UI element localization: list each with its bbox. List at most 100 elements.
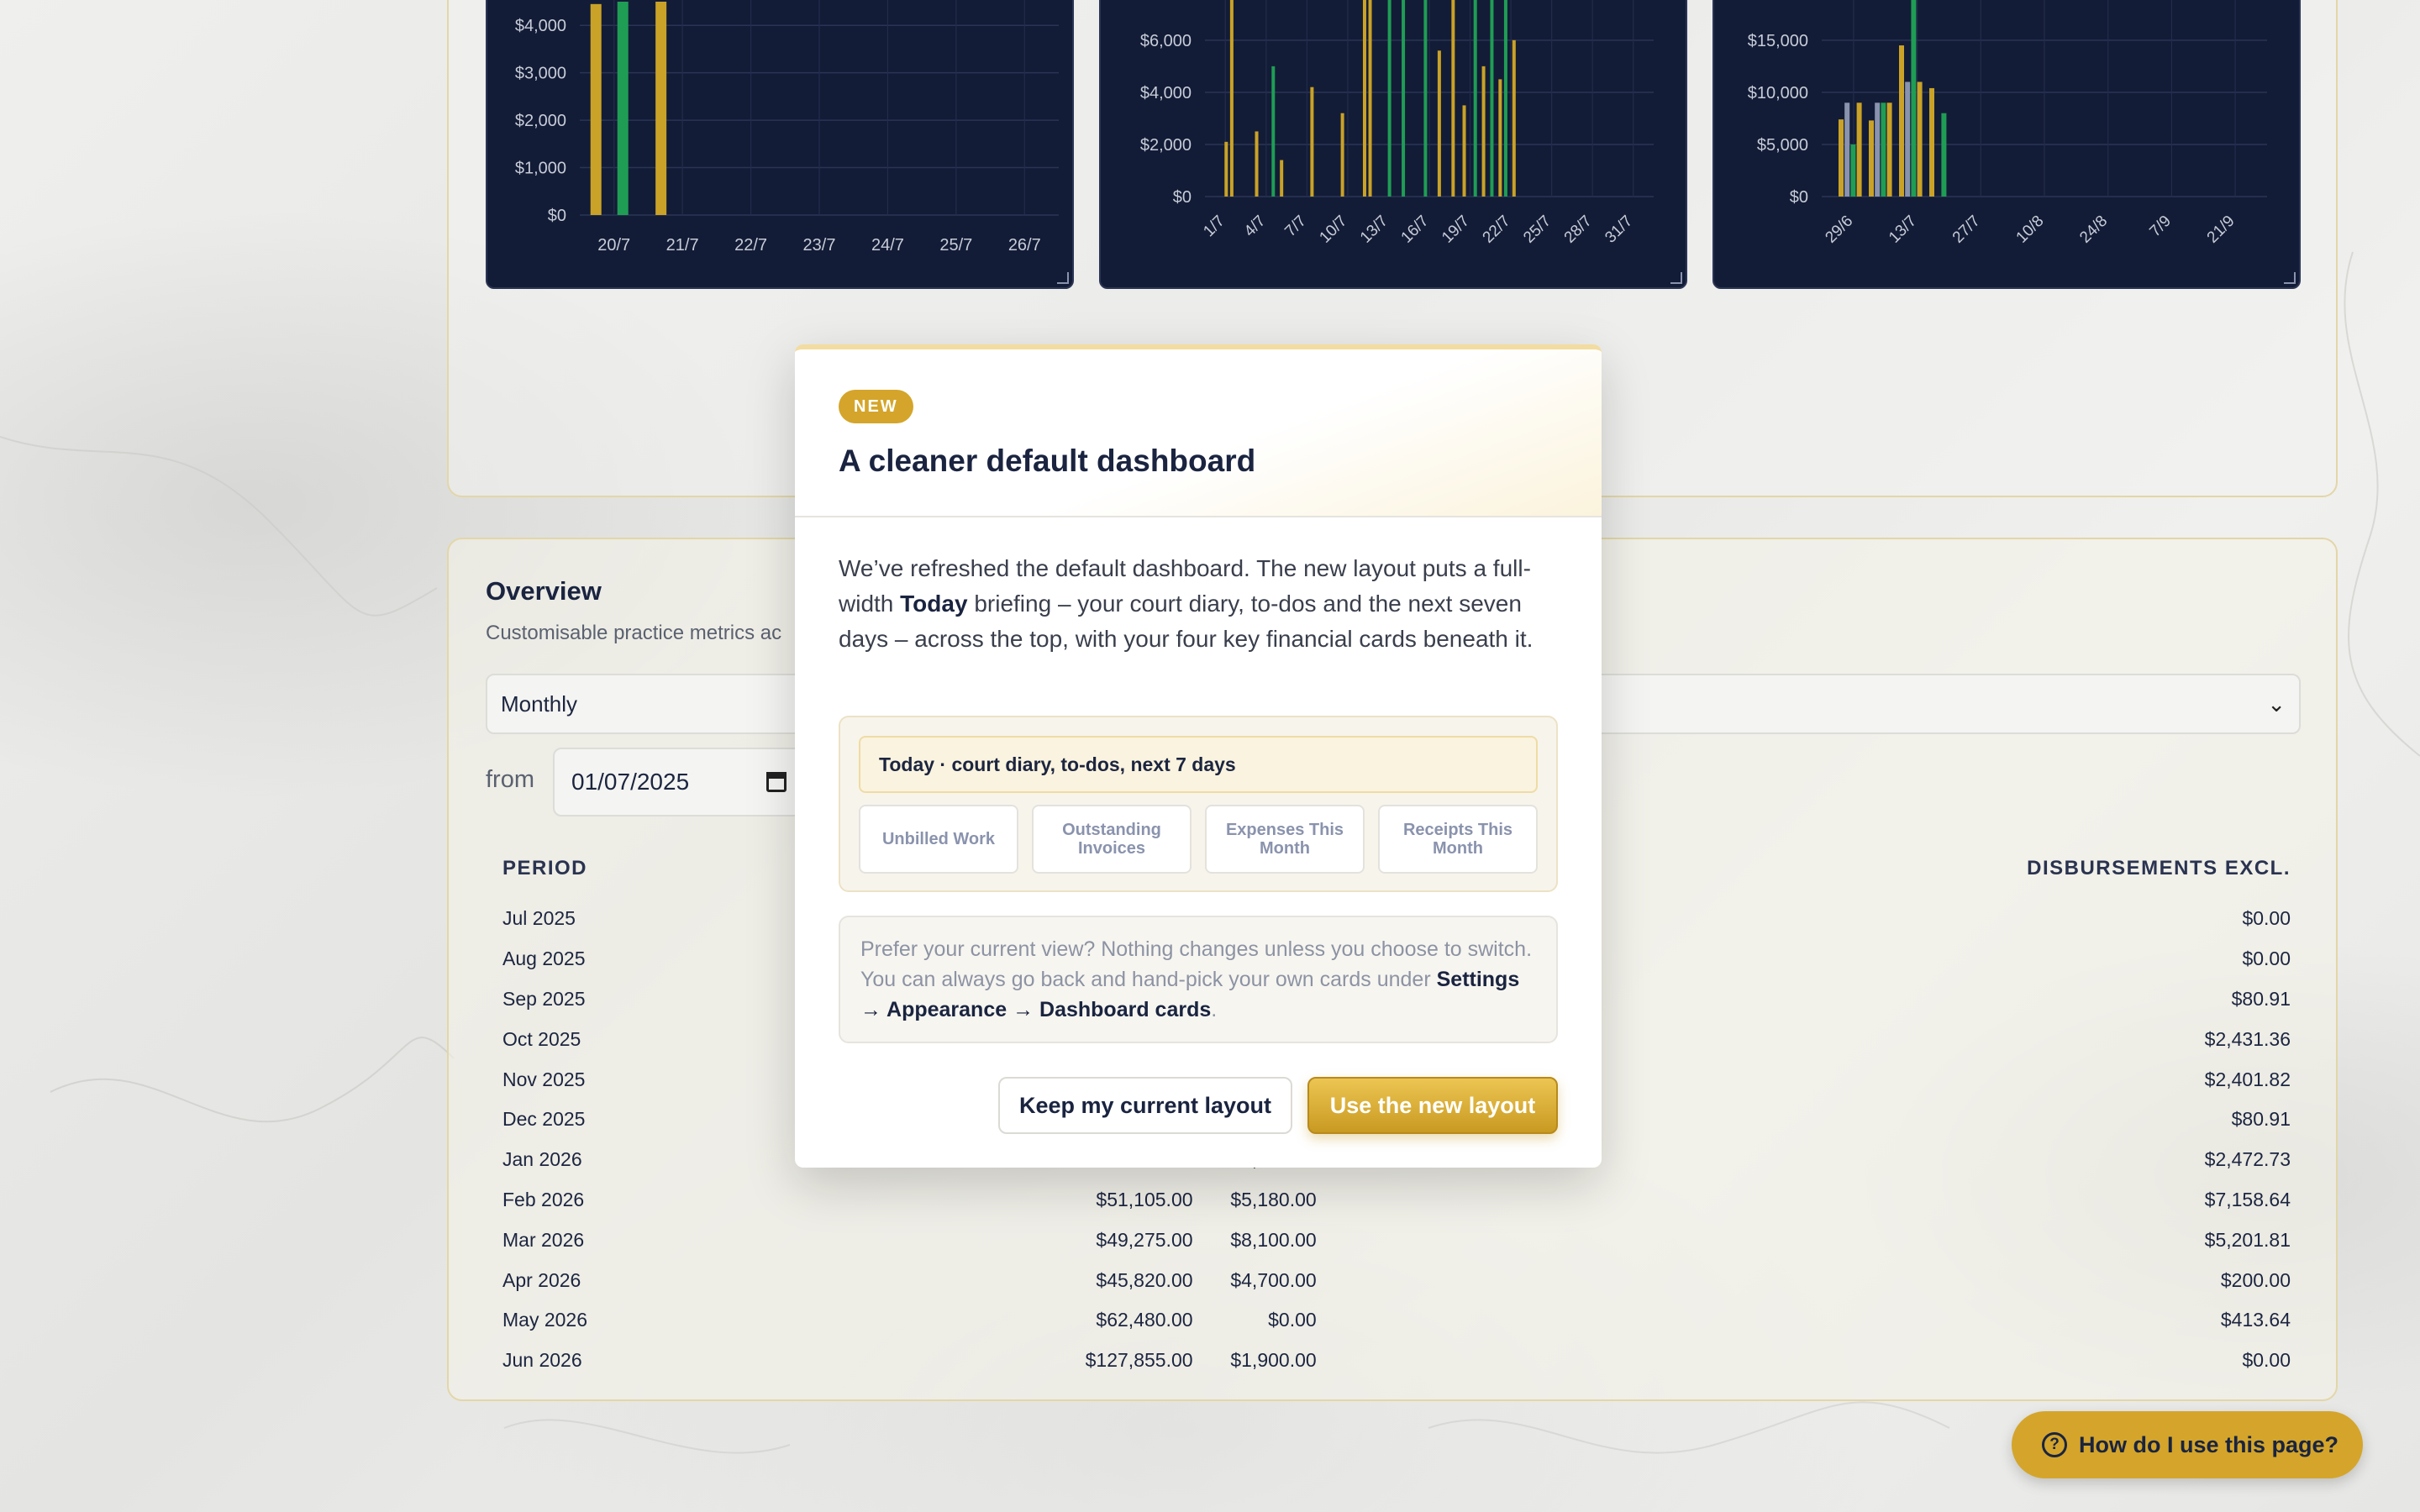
bar xyxy=(1451,0,1455,197)
value-cell: $5,201.81 xyxy=(2204,1228,2291,1251)
from-date-input[interactable]: 01/07/2025 xyxy=(553,748,805,816)
from-date-value: 01/07/2025 xyxy=(571,769,690,795)
overview-title: Overview xyxy=(486,576,602,606)
preview-card-unbilled-work: Unbilled Work xyxy=(859,805,1018,874)
help-button-label: How do I use this page? xyxy=(2079,1431,2339,1457)
period-cell: Sep 2025 xyxy=(502,987,586,1010)
x-tick-label: 22/7 xyxy=(1480,213,1514,247)
x-tick-label: 25/7 xyxy=(1520,213,1555,247)
bar xyxy=(617,2,629,215)
bar xyxy=(1869,120,1874,197)
value-cell: $0.00 xyxy=(2242,907,2291,930)
column-header[interactable]: PERIOD xyxy=(489,845,844,899)
bar xyxy=(1362,0,1366,197)
bar xyxy=(1905,81,1911,197)
x-tick-label: 16/7 xyxy=(1398,213,1433,247)
help-button[interactable]: ? How do I use this page? xyxy=(2012,1411,2363,1478)
bar xyxy=(1875,102,1881,197)
value-cell: $0.00 xyxy=(1268,1309,1317,1331)
y-tick-label: $4,000 xyxy=(515,17,566,35)
period-cell: May 2026 xyxy=(502,1309,588,1331)
bar xyxy=(1473,0,1477,197)
table-row: May 2026 $62,480.00 $0.00 $413.64 xyxy=(489,1300,2304,1341)
x-tick-label: 7/7 xyxy=(1281,213,1310,241)
period-cell: Oct 2025 xyxy=(502,1027,581,1050)
y-tick-label: $10,000 xyxy=(1748,84,1808,102)
y-tick-label: $0 xyxy=(1790,188,1808,207)
bar xyxy=(1280,160,1284,197)
x-tick-label: 10/7 xyxy=(1316,213,1350,247)
bar xyxy=(1437,50,1441,197)
x-tick-label: 24/8 xyxy=(2076,213,2111,247)
x-tick-label: 1/7 xyxy=(1200,213,1228,241)
period-cell: Aug 2025 xyxy=(502,948,586,970)
value-cell: $2,431.36 xyxy=(2204,1027,2291,1050)
y-tick-label: $1,000 xyxy=(515,160,566,178)
value-cell: $1,900.00 xyxy=(1230,1349,1317,1372)
bar xyxy=(590,3,602,216)
modal-header: NEW A cleaner default dashboard xyxy=(795,349,1602,517)
column-header[interactable]: DISBURSEMENTS EXCL. xyxy=(1918,845,2304,899)
preview-card-expenses: Expenses This Month xyxy=(1205,805,1365,874)
x-tick-label: 25/7 xyxy=(939,236,972,255)
resize-handle[interactable] xyxy=(1057,272,1069,284)
resize-handle[interactable] xyxy=(2284,272,2296,284)
bar xyxy=(655,2,667,215)
period-cell: Nov 2025 xyxy=(502,1068,586,1090)
y-tick-label: $0 xyxy=(548,207,566,225)
y-tick-label: $0 xyxy=(1173,188,1192,207)
bar xyxy=(1423,0,1428,197)
bar xyxy=(1310,87,1314,197)
preview-card-outstanding-invoices: Outstanding Invoices xyxy=(1032,805,1192,874)
table-row: Mar 2026 $49,275.00 $8,100.00 $5,201.81 xyxy=(489,1220,2304,1260)
value-cell: $49,275.00 xyxy=(1096,1228,1193,1251)
period-cell: Dec 2025 xyxy=(502,1108,586,1131)
notice-text: Prefer your current view? Nothing change… xyxy=(860,937,1533,991)
resize-handle[interactable] xyxy=(1670,272,1682,284)
value-cell: $5,180.00 xyxy=(1230,1188,1317,1210)
preview-today-card: Today · court diary, to-dos, next 7 days xyxy=(859,736,1538,793)
y-tick-label: $4,000 xyxy=(1140,84,1192,102)
chart-card-quarter: $0 $5,000 $10,000 $15,000 29/6 13/7 27/7 10/8 24… xyxy=(1712,0,2301,289)
value-cell: $0.00 xyxy=(2242,948,2291,970)
x-tick-label: 21/7 xyxy=(666,236,699,255)
period-cell: Jun 2026 xyxy=(502,1349,582,1372)
bar xyxy=(1229,0,1234,197)
x-tick-label: 31/7 xyxy=(1602,213,1636,247)
bar xyxy=(1911,0,1917,197)
use-new-layout-button[interactable]: Use the new layout xyxy=(1307,1077,1558,1134)
value-cell: $4,700.00 xyxy=(1230,1268,1317,1291)
x-tick-label: 28/7 xyxy=(1561,213,1596,247)
value-cell: $80.91 xyxy=(2231,987,2291,1010)
bar xyxy=(1368,0,1372,197)
preview-card-receipts: Receipts This Month xyxy=(1378,805,1538,874)
keep-layout-button[interactable]: Keep my current layout xyxy=(998,1077,1292,1134)
calendar-icon[interactable] xyxy=(766,772,786,792)
bar xyxy=(1881,102,1886,197)
modal-description-bold: Today xyxy=(900,591,968,617)
bar xyxy=(1498,79,1502,197)
value-cell: $127,855.00 xyxy=(1085,1349,1193,1372)
bar xyxy=(1340,113,1344,197)
value-cell: $51,105.00 xyxy=(1096,1188,1193,1210)
period-cell: Mar 2026 xyxy=(502,1228,585,1251)
value-cell: $2,401.82 xyxy=(2204,1068,2291,1090)
value-cell: $2,472.73 xyxy=(2204,1148,2291,1171)
x-tick-label: 22/7 xyxy=(734,236,767,255)
bar xyxy=(1844,102,1850,197)
bar xyxy=(1512,39,1516,197)
question-circle-icon: ? xyxy=(2042,1432,2067,1457)
y-tick-label: $6,000 xyxy=(1140,32,1192,50)
layout-preview: Today · court diary, to-dos, next 7 days… xyxy=(839,716,1558,892)
period-cell: Feb 2026 xyxy=(502,1188,585,1210)
bar xyxy=(1255,131,1259,197)
bar xyxy=(1839,119,1844,197)
x-tick-label: 27/7 xyxy=(1949,213,1984,247)
x-tick-label: 24/7 xyxy=(871,236,904,255)
x-tick-label: 23/7 xyxy=(803,236,836,255)
bar xyxy=(1850,144,1856,197)
value-cell: $413.64 xyxy=(2220,1309,2291,1331)
value-cell: $80.91 xyxy=(2231,1108,2291,1131)
bar xyxy=(1224,141,1228,197)
bar xyxy=(1481,66,1486,197)
